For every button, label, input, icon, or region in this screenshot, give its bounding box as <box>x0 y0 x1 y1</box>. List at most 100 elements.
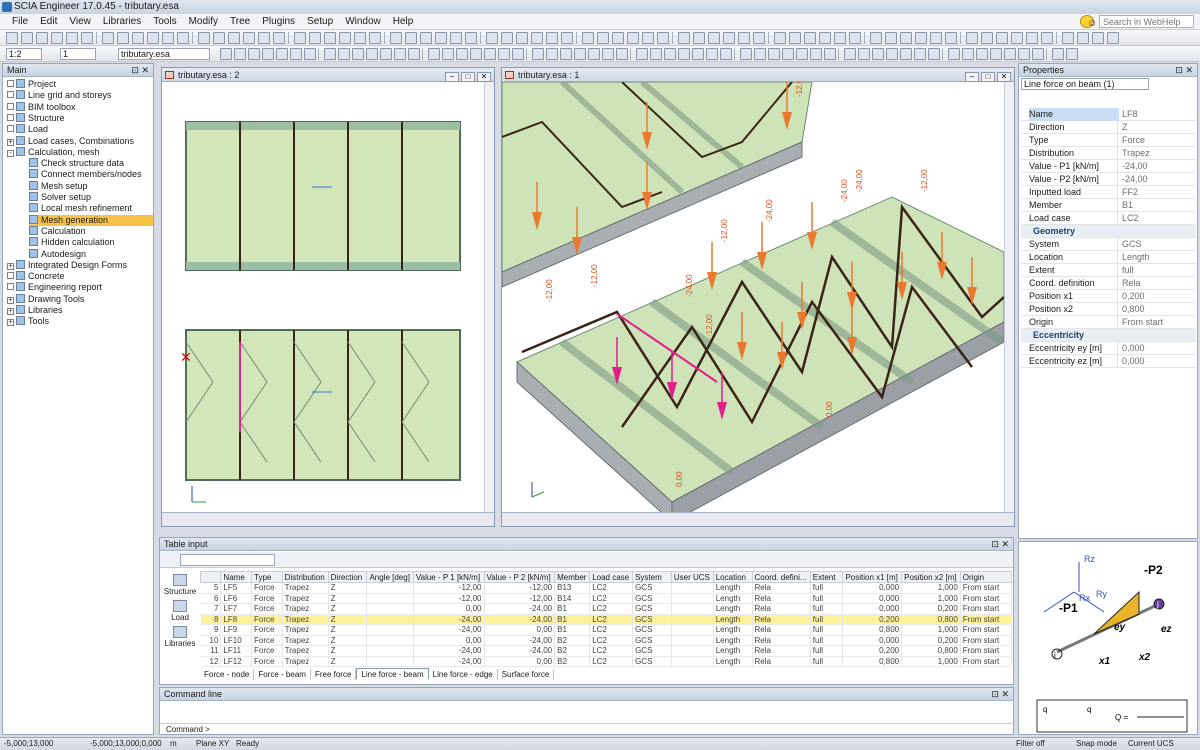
toolbar-button[interactable] <box>642 32 654 44</box>
tree-item-bim-toolbox[interactable]: BIM toolbox <box>7 101 153 113</box>
table-cell[interactable]: LF6 <box>220 593 253 604</box>
table-cell[interactable]: Trapez <box>282 582 329 594</box>
table-cell[interactable]: GCS <box>632 603 672 615</box>
table-cell[interactable]: Rela <box>752 624 811 636</box>
table-cell[interactable]: 0,000 <box>842 603 903 615</box>
toolbar-button[interactable] <box>273 32 285 44</box>
column-header[interactable]: Origin <box>959 571 1013 583</box>
table-cell[interactable]: Z <box>328 593 368 604</box>
table-cell[interactable]: -12,00 <box>484 593 556 604</box>
property-row[interactable]: Location Length <box>1021 251 1196 264</box>
property-row[interactable]: Position x1 0,200 <box>1021 290 1196 303</box>
table-cell[interactable]: Rela <box>752 614 811 625</box>
toolbar-button[interactable] <box>366 48 378 60</box>
view-2-vertical-scrollbar[interactable] <box>484 82 494 514</box>
toolbar-button[interactable] <box>664 48 676 60</box>
table-cell[interactable]: Z <box>328 603 368 615</box>
table-cell[interactable]: full <box>810 645 844 657</box>
toolbar-button[interactable] <box>693 32 705 44</box>
toolbar-button[interactable] <box>324 32 336 44</box>
tab-surface-force[interactable]: Surface force <box>498 669 555 680</box>
toolbar-button[interactable] <box>498 48 510 60</box>
toolbar-button[interactable] <box>930 32 942 44</box>
toolbar-button[interactable] <box>602 48 614 60</box>
table-cell[interactable]: GCS <box>632 635 672 646</box>
tab-line-force-beam[interactable]: Line force - beam <box>356 668 429 679</box>
expander-icon[interactable] <box>7 283 14 291</box>
property-value[interactable]: 0,800 <box>1117 303 1196 316</box>
toolbar-button[interactable] <box>789 32 801 44</box>
toolbar-button[interactable] <box>1041 32 1053 44</box>
table-cell[interactable]: LC2 <box>589 593 634 604</box>
pin-close-icon[interactable]: ⊡ ✕ <box>1175 64 1193 77</box>
tree-item-engineering-report[interactable]: Engineering report <box>7 282 153 293</box>
table-row[interactable]: 12 LF12 Force Trapez Z -24,00 0,00 B2 LC2 GCS Leng… <box>200 656 1013 667</box>
property-value[interactable]: FF2 <box>1117 186 1196 199</box>
property-value[interactable]: LC2 <box>1117 212 1196 225</box>
menu-help[interactable]: Help <box>387 14 420 30</box>
tree-item-tools[interactable]: + Tools <box>7 316 153 327</box>
toolbar-button[interactable] <box>870 32 882 44</box>
property-row[interactable]: Load case LC2 <box>1021 212 1196 225</box>
table-cell[interactable]: full <box>810 614 844 625</box>
property-row[interactable]: Value - P1 [kN/m] -24,00 <box>1021 160 1196 173</box>
column-header[interactable]: Member <box>554 571 591 583</box>
tree-item-line-grid-and-storeys[interactable]: Line grid and storeys <box>7 90 153 101</box>
tab-force-beam[interactable]: Force - beam <box>254 669 311 680</box>
property-category[interactable]: Geometry <box>1021 225 1196 238</box>
table-cell[interactable]: Force <box>251 624 283 636</box>
property-row[interactable]: Member B1 <box>1021 199 1196 212</box>
table-cell[interactable]: Trapez <box>282 593 329 604</box>
table-cell[interactable]: Trapez <box>282 603 329 615</box>
toolbar-button[interactable] <box>996 32 1008 44</box>
table-cell[interactable]: LC2 <box>589 614 634 625</box>
toolbar-button[interactable] <box>1052 48 1064 60</box>
table-cell[interactable]: -24,00 <box>413 656 485 667</box>
tree-item-local-mesh-refinement[interactable]: Local mesh refinement <box>29 203 153 214</box>
table-cell[interactable]: Trapez <box>282 624 329 636</box>
tree-item-mesh-setup[interactable]: Mesh setup <box>29 180 153 192</box>
property-row[interactable]: Coord. definition Rela <box>1021 277 1196 290</box>
table-cell[interactable]: Z <box>328 624 368 636</box>
toolbar-button[interactable] <box>532 48 544 60</box>
project-combo[interactable]: tributary.esa <box>118 48 210 60</box>
toolbar-button[interactable] <box>720 48 732 60</box>
table-cell[interactable] <box>671 603 714 615</box>
property-row[interactable]: Distribution Trapez <box>1021 147 1196 160</box>
property-value[interactable]: Trapez <box>1117 147 1196 160</box>
view-window-1[interactable]: tributary.esa : 1 – □ ✕ -12,00 -24,00 -24,00… <box>501 67 1015 527</box>
toolbar-button[interactable] <box>1004 48 1016 60</box>
count-combo[interactable]: 1 <box>60 48 96 60</box>
property-value[interactable]: Z <box>1117 121 1196 134</box>
menu-libraries[interactable]: Libraries <box>97 14 147 30</box>
maximize-button[interactable]: □ <box>461 72 475 82</box>
tree-item-concrete[interactable]: Concrete <box>7 271 153 282</box>
table-cell[interactable] <box>366 635 414 646</box>
table-cell[interactable]: Force <box>251 635 283 646</box>
table-cell[interactable]: From start <box>960 656 1013 667</box>
toolbar-button[interactable] <box>1107 32 1119 44</box>
table-cell[interactable]: Trapez <box>282 635 329 646</box>
tree-item-connect-members-nodes[interactable]: Connect members/nodes <box>29 169 153 180</box>
table-cell[interactable]: 11 <box>200 645 222 657</box>
property-row[interactable]: Origin From start <box>1021 316 1196 329</box>
toolbar-button[interactable] <box>66 32 78 44</box>
column-header[interactable]: Name <box>220 571 253 583</box>
table-cell[interactable]: full <box>810 603 844 615</box>
expander-icon[interactable]: + <box>7 319 14 327</box>
table-cell[interactable]: GCS <box>632 645 672 657</box>
property-row[interactable]: Eccentricity ey [m] 0,000 <box>1021 342 1196 355</box>
expander-icon[interactable]: - <box>7 149 14 157</box>
table-cell[interactable]: Z <box>328 582 368 594</box>
tree-item-load-cases-combinations[interactable]: + Load cases, Combinations <box>7 135 153 147</box>
table-cell[interactable]: GCS <box>632 614 672 625</box>
toolbar-button[interactable] <box>981 32 993 44</box>
table-cell[interactable]: LF11 <box>220 645 253 657</box>
property-row[interactable]: Direction Z <box>1021 121 1196 134</box>
table-cell[interactable]: From start <box>960 603 1013 615</box>
expander-icon[interactable] <box>7 113 14 121</box>
toolbar-button[interactable] <box>657 32 669 44</box>
table-cell[interactable]: From start <box>960 624 1013 636</box>
toolbar-button[interactable] <box>597 32 609 44</box>
table-cell[interactable]: 0,00 <box>413 635 485 646</box>
